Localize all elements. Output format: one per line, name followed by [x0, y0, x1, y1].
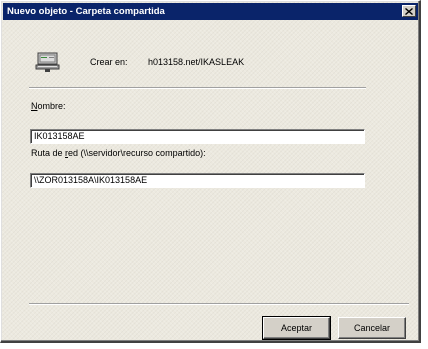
network-share-icon: [35, 51, 61, 73]
network-path-input[interactable]: \\ZOR013158A\IK013158AE: [30, 173, 365, 188]
window-title: Nuevo objeto - Carpeta compartida: [7, 6, 165, 17]
name-label-text: ombre:: [37, 101, 66, 111]
separator-bottom: [29, 303, 409, 305]
create-in-path: h013158.net/IKASLEAK: [148, 57, 245, 67]
name-label: Nombre:: [31, 101, 66, 111]
name-input[interactable]: IK013158AE: [30, 129, 365, 144]
create-in-label: Crear en:: [90, 57, 128, 67]
network-path-label-pre: Ruta de: [31, 148, 66, 158]
dialog-window: Nuevo objeto - Carpeta compartida Crear …: [0, 0, 421, 343]
title-bar[interactable]: Nuevo objeto - Carpeta compartida: [3, 3, 418, 20]
accept-button[interactable]: Aceptar: [262, 316, 331, 340]
network-path-label: Ruta de red (\\servidor\recurso comparti…: [31, 148, 206, 158]
network-path-label-rest: ed (\\servidor\recurso compartido):: [68, 148, 206, 158]
separator-top: [29, 87, 366, 89]
close-icon: [405, 7, 413, 15]
cancel-button[interactable]: Cancelar: [338, 317, 406, 339]
close-button[interactable]: [402, 5, 416, 17]
